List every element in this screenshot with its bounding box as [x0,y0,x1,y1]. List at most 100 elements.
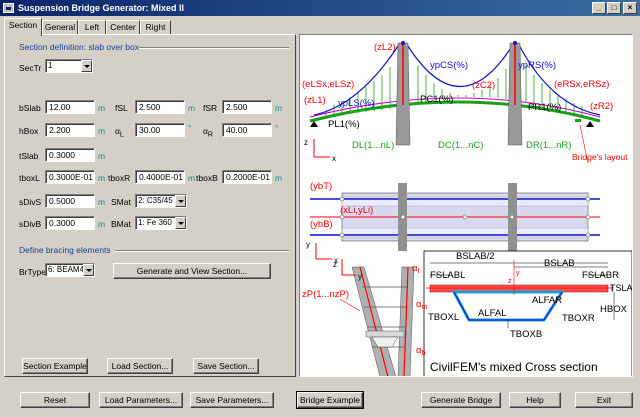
sectr-select[interactable]: 1 [45,59,93,73]
smat-select[interactable]: 2: C35/45 [135,194,187,208]
tboxl-label: tboxL [19,173,40,183]
section-example-button[interactable]: Section Example [22,358,88,374]
hbox-label: hBox [19,126,39,136]
fsl-label: fSL [115,103,128,113]
tboxr-label: tboxR [108,173,131,183]
sdivs-field[interactable]: 0.5000 [45,194,95,208]
ypcs-label: ypCS(%) [430,60,468,71]
alpha-l-label: αL [115,126,124,139]
bslab-label-fig: BSLAB [544,258,575,269]
alpha-l-field[interactable]: 30.00 [135,123,185,137]
tboxl-unit: m [98,173,106,183]
section-definition-label: Section definition: slab over box [19,42,140,52]
minimize-button[interactable]: _ [592,2,606,14]
zc2-label: (zC2) [472,80,495,91]
fsl-unit: m [188,103,196,113]
sdivb-field[interactable]: 0.3000 [45,216,95,230]
tab-center[interactable]: Center [106,20,140,35]
sdivs-label: sDivS [19,197,42,207]
cross-section-view: BSLAB/2 BSLAB FSLABL FSLABR TSLAB ALFAR … [423,250,633,376]
tab-left[interactable]: Left [78,20,106,35]
hbox-field[interactable]: 2.200 [45,123,95,137]
alpha-l-unit: ° [188,123,192,133]
divider [115,250,289,252]
layout-label: Bridge's layout [572,152,628,162]
fsr-label: fSR [203,103,218,113]
pl1-label: PL1(%) [328,119,360,130]
zl1-label: (zL1) [304,95,326,106]
ypls-label: ypLS(%) [338,98,374,109]
tslab-field[interactable]: 0.3000 [45,148,95,162]
tslab-unit: m [98,151,106,161]
smat-value: 2: C35/45 [138,196,173,205]
sdivs-unit: m [98,197,106,207]
yprs-label: ypRS(%) [518,60,556,71]
load-parameters-button[interactable]: Load Parameters... [99,392,183,408]
chevron-down-icon[interactable] [81,60,92,72]
exit-button[interactable]: Exit [575,392,633,408]
reset-button[interactable]: Reset [20,392,90,408]
tboxb-label-fig: TBOXB [510,329,542,340]
tab-right[interactable]: Right [140,20,171,35]
app-icon [3,3,14,13]
zp-label: zP(1...nzP) [302,289,349,300]
divider [139,47,289,49]
axis-x-label: x [332,154,336,163]
tower-section-view: z y zP(1...nzP) αt αm αb [302,259,428,376]
fsr-field[interactable]: 2.500 [222,100,272,114]
axis-z-label-2: z [333,260,337,269]
dr-label: DR(1...nR) [526,140,571,151]
pc1-label: PC1(%) [420,94,453,105]
load-section-button[interactable]: Load Section... [107,358,173,374]
generate-view-section-button[interactable]: Generate and View Section... [113,263,271,279]
alfal-label: ALFAL [478,308,507,319]
tslab-label-fig: TSLAB [610,283,633,293]
bridge-example-button[interactable]: Bridge Example [296,391,364,409]
tboxl-field[interactable]: 0.3000E-01 [45,170,95,184]
pr1-label: PR1(%) [528,102,561,113]
bracing-label: Define bracing elements [19,245,111,255]
tboxr-field[interactable]: 0.4000E-01 [135,170,185,184]
save-section-button[interactable]: Save Section... [193,358,259,374]
zr2-label: (zR2) [590,101,613,112]
chevron-down-icon[interactable] [175,217,186,229]
bslab-field[interactable]: 12.00 [45,100,95,114]
fslabl-label: FSLABL [430,270,465,281]
fsr-unit: m [275,103,283,113]
save-parameters-button[interactable]: Save Parameters... [190,392,274,408]
xli-label: (xLi,yLi) [340,205,373,216]
alpha-r-field[interactable]: 40.00 [222,123,272,137]
brtype-label: BrType [19,267,46,277]
chevron-down-icon[interactable] [83,264,94,276]
chevron-down-icon[interactable] [175,195,186,207]
sectr-label: SecTr [19,63,42,73]
bslab-unit: m [98,103,106,113]
tab-section[interactable]: Section [4,18,42,36]
tslab-label: tSlab [19,151,39,161]
cs-y-label: y [516,270,520,277]
bslab2-label: BSLAB/2 [456,251,495,262]
sectr-value: 1 [48,61,53,70]
tboxr-unit: m [188,173,196,183]
brtype-select[interactable]: 6: BEAM4 [45,263,95,277]
bslab-label: bSlab [19,103,41,113]
window-title: Suspension Bridge Generator: Mixed II [18,3,185,13]
fsl-field[interactable]: 2.500 [135,100,185,114]
tboxb-field[interactable]: 0.2000E-01 [222,170,272,184]
close-button[interactable]: × [623,2,637,14]
smat-label: SMat [111,197,131,207]
help-button[interactable]: Help [509,392,561,408]
generate-bridge-button[interactable]: Generate Bridge [421,392,501,408]
alpha-m-label: αm [416,299,428,311]
bmat-select[interactable]: 1: Fe 360 [135,216,187,230]
hbox-unit: m [98,126,106,136]
brtype-value: 6: BEAM4 [48,265,85,274]
ybt-label: (ybT) [310,181,332,192]
tab-general[interactable]: General [42,20,78,35]
maximize-button[interactable]: □ [607,2,621,14]
fslabr-label: FSLABR [582,270,619,281]
sdivb-label: sDivB [19,219,42,229]
alfar-label: ALFAR [532,295,562,306]
dc-label: DC(1...nC) [438,140,483,151]
title-bar: Suspension Bridge Generator: Mixed II _ … [0,0,640,16]
